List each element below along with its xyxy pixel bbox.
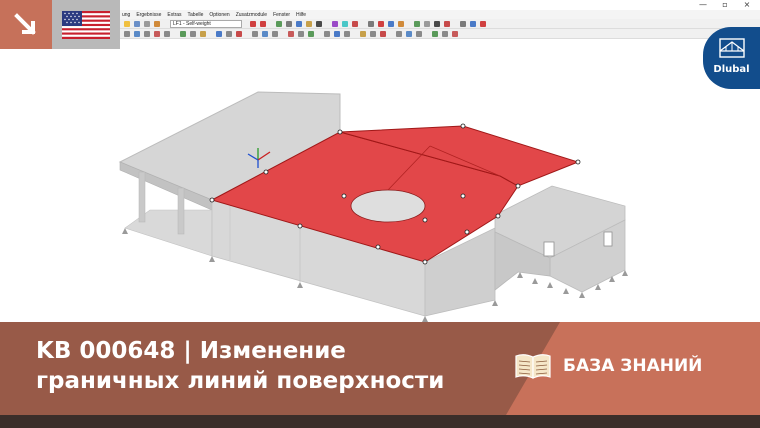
grey-ground-left [124, 209, 213, 257]
iso-view-icon[interactable] [332, 21, 338, 27]
footer-strip [0, 415, 760, 428]
wireframe-icon[interactable] [388, 21, 394, 27]
maximize-button[interactable]: ▫ [714, 0, 736, 10]
help-icon[interactable] [470, 21, 476, 27]
menu-item-help[interactable]: Hilfe [296, 12, 306, 18]
divide-icon[interactable] [324, 31, 330, 37]
thickness-icon[interactable] [262, 31, 268, 37]
model-icon[interactable] [316, 21, 322, 27]
line-icon[interactable] [144, 31, 150, 37]
check-icon[interactable] [442, 31, 448, 37]
coordinate-icon[interactable] [416, 31, 422, 37]
annex-window-1 [543, 241, 555, 257]
menu-item-edit[interactable]: ung [122, 12, 130, 18]
article-title-line-1: KB 000648 | Изменение [36, 338, 346, 364]
measure-icon[interactable] [360, 31, 366, 37]
info-icon[interactable] [424, 21, 430, 27]
dlubal-logo-text: Dlubal [713, 64, 750, 75]
cross-section-icon[interactable] [252, 31, 258, 37]
toolbar-secondary [120, 29, 760, 39]
menu-item-table[interactable]: Tabelle [188, 12, 204, 18]
model-viewport[interactable] [0, 40, 760, 322]
material-icon[interactable] [236, 31, 242, 37]
toolbar-main: LF1 - Self-weight [120, 19, 760, 29]
display-icon[interactable] [306, 21, 312, 27]
dlubal-bridge-logo-icon [719, 38, 745, 58]
menu-item-results[interactable]: Ergebnisse [136, 12, 161, 18]
menu-bar: ung Ergebnisse Extras Tabelle Optionen Z… [120, 10, 760, 19]
open-book-icon [515, 354, 551, 379]
model-3d-view [118, 91, 628, 322]
side-view-icon[interactable] [368, 21, 374, 27]
extrude-icon[interactable] [344, 31, 350, 37]
top-view-icon[interactable] [352, 21, 358, 27]
workplane-icon[interactable] [406, 31, 412, 37]
hinge-icon[interactable] [190, 31, 196, 37]
settings-icon[interactable] [480, 21, 486, 27]
section-icon[interactable] [414, 21, 420, 27]
column-left-1 [138, 171, 146, 223]
move-icon[interactable] [288, 31, 294, 37]
guide-line-icon[interactable] [396, 31, 402, 37]
copy-icon[interactable] [272, 31, 278, 37]
node-icon[interactable] [134, 31, 140, 37]
mirror-icon[interactable] [308, 31, 314, 37]
comment-icon[interactable] [380, 31, 386, 37]
menu-item-window[interactable]: Fenster [273, 12, 290, 18]
results-icon[interactable] [154, 21, 160, 27]
load-icon[interactable] [200, 31, 206, 37]
close-button[interactable]: × [736, 0, 758, 10]
menu-item-options[interactable]: Optionen [209, 12, 229, 18]
column-left-2 [177, 187, 185, 235]
connect-icon[interactable] [334, 31, 340, 37]
language-flag-badge[interactable] [52, 0, 120, 49]
minimize-button[interactable]: — [692, 0, 714, 10]
front-view-icon[interactable] [342, 21, 348, 27]
load-case-select[interactable]: LF1 - Self-weight [170, 20, 242, 28]
circular-opening [350, 189, 426, 223]
dlubal-logo[interactable]: Dlubal [703, 27, 760, 89]
rotate-icon[interactable] [298, 31, 304, 37]
snap-icon[interactable] [444, 21, 450, 27]
view-icon[interactable] [296, 21, 302, 27]
mesh-icon[interactable] [432, 31, 438, 37]
back-badge[interactable] [0, 0, 52, 49]
open-icon[interactable] [124, 21, 130, 27]
arrow-down-right-icon [14, 12, 36, 35]
surface-icon[interactable] [154, 31, 160, 37]
units-icon[interactable] [460, 21, 466, 27]
save-icon[interactable] [134, 21, 140, 27]
filter-icon[interactable] [398, 21, 404, 27]
knowledge-base-label[interactable]: БАЗА ЗНАНИЙ [563, 355, 702, 377]
opening-icon[interactable] [226, 31, 232, 37]
select-icon[interactable] [124, 31, 130, 37]
grid-icon[interactable] [434, 21, 440, 27]
delete-icon[interactable] [452, 31, 458, 37]
annex-window-2 [603, 231, 613, 247]
calculate-icon[interactable] [276, 21, 282, 27]
previous-icon[interactable] [250, 21, 256, 27]
article-title-line-2: граничных линий поверхности [36, 368, 445, 394]
us-flag-icon [62, 10, 110, 39]
menu-item-tools[interactable]: Extras [167, 12, 181, 18]
kb-banner: KB 000648 | Изменение граничных линий по… [0, 322, 760, 415]
member-icon[interactable] [216, 31, 222, 37]
menu-item-addons[interactable]: Zusatzmodule [236, 12, 267, 18]
render-icon[interactable] [378, 21, 384, 27]
dimension-icon[interactable] [370, 31, 376, 37]
article-title: KB 000648 | Изменение граничных линий по… [36, 336, 506, 396]
support-icon[interactable] [180, 31, 186, 37]
print-icon[interactable] [144, 21, 150, 27]
next-icon[interactable] [260, 21, 266, 27]
zoom-icon[interactable] [286, 21, 292, 27]
solid-icon[interactable] [164, 31, 170, 37]
